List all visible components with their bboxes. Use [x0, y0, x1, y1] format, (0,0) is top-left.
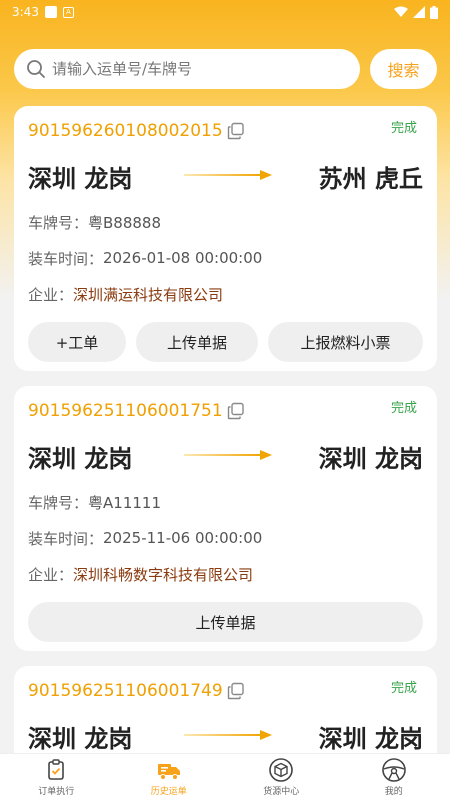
tab-label: 订单执行 [38, 787, 75, 797]
a-notification-icon: A [62, 6, 74, 18]
plate-value: 粤A11111 [88, 493, 161, 512]
report-fuel-receipt-button[interactable]: 上报燃料小票 [268, 322, 423, 362]
origin-city: 深圳 龙岗 [28, 444, 133, 473]
tab-label: 我的 [384, 787, 403, 797]
clipboard-icon [48, 759, 65, 780]
plate-row: 车牌号： 粤B88888 [28, 204, 423, 240]
order-card[interactable]: 901596260108002015 完成 深圳 龙岗 苏州 虎丘 车牌号： 粤… [14, 106, 437, 371]
route: 深圳 龙岗 苏州 虎丘 [28, 154, 423, 198]
search-row: 搜索 [14, 49, 438, 89]
tab-mine[interactable]: 我的 [338, 754, 450, 800]
route: 深圳 龙岗 深圳 龙岗 [28, 434, 423, 478]
copy-icon[interactable] [227, 402, 245, 420]
wifi-icon [394, 6, 408, 17]
tab-label: 货源中心 [263, 787, 300, 797]
order-card[interactable]: 901596251106001751 完成 深圳 龙岗 深圳 龙岗 车牌号： 粤… [14, 386, 437, 651]
status-badge: 完成 [390, 121, 417, 136]
copy-icon[interactable] [227, 682, 245, 700]
box-icon [269, 758, 294, 782]
plate-label: 车牌号： [28, 213, 89, 232]
destination-city: 深圳 龙岗 [318, 724, 423, 753]
status-badge: 完成 [390, 401, 417, 416]
truck-icon [157, 764, 180, 780]
plate-value: 粤B88888 [88, 213, 162, 232]
search-box[interactable] [14, 49, 360, 89]
search-icon [27, 60, 45, 78]
add-work-order-button[interactable]: +工单 [28, 322, 126, 362]
destination-city: 深圳 龙岗 [318, 444, 423, 473]
tab-order-execution[interactable]: 订单执行 [0, 754, 113, 800]
company-row: 企业： 深圳满运科技有限公司 [28, 276, 423, 312]
tab-label: 历史运单 [150, 787, 187, 797]
order-number-text: 901596260108002015 [28, 121, 223, 141]
steering-wheel-icon [381, 758, 406, 782]
signal-icon [413, 6, 425, 18]
route: 深圳 龙岗 深圳 龙岗 [28, 714, 423, 758]
order-number: 901596251106001751 [28, 401, 245, 421]
load-time-value: 2025-11-06 00:00:00 [103, 529, 263, 547]
tab-history-waybill[interactable]: 历史运单 [113, 754, 226, 800]
destination-city: 苏州 虎丘 [318, 164, 423, 193]
route-arrow-icon [184, 730, 272, 740]
plate-label: 车牌号： [28, 493, 89, 512]
action-buttons: +工单 上传单据 上报燃料小票 [28, 322, 423, 362]
plate-row: 车牌号： 粤A11111 [28, 484, 423, 520]
route-arrow-icon [184, 450, 272, 460]
bottom-tab-bar: 订单执行 历史运单 货源中心 我的 [0, 753, 450, 800]
order-number: 901596251106001749 [28, 681, 245, 701]
company-label: 企业： [28, 565, 74, 584]
upload-document-button[interactable]: 上传单据 [136, 322, 258, 362]
load-time-row: 装车时间： 2026-01-08 00:00:00 [28, 240, 423, 276]
notification-icon [44, 6, 57, 18]
order-number: 901596260108002015 [28, 121, 245, 141]
company-label: 企业： [28, 285, 74, 304]
origin-city: 深圳 龙岗 [28, 724, 133, 753]
company-value: 深圳满运科技有限公司 [73, 285, 224, 304]
upload-document-button[interactable]: 上传单据 [28, 602, 423, 642]
company-row: 企业： 深圳科畅数字科技有限公司 [28, 556, 423, 592]
load-time-label: 装车时间： [28, 529, 104, 548]
load-time-label: 装车时间： [28, 249, 104, 268]
search-input[interactable] [52, 60, 332, 78]
tab-cargo-center[interactable]: 货源中心 [225, 754, 338, 800]
company-value: 深圳科畅数字科技有限公司 [73, 565, 254, 584]
search-button[interactable]: 搜索 [370, 49, 437, 89]
copy-icon[interactable] [227, 122, 245, 140]
status-badge: 完成 [390, 681, 417, 696]
status-time: 3:43 [12, 5, 39, 19]
action-buttons: 上传单据 [28, 602, 423, 642]
battery-icon [430, 5, 438, 19]
route-arrow-icon [184, 170, 272, 180]
order-number-text: 901596251106001751 [28, 401, 223, 421]
load-time-value: 2026-01-08 00:00:00 [103, 249, 263, 267]
load-time-row: 装车时间： 2025-11-06 00:00:00 [28, 520, 423, 556]
order-number-text: 901596251106001749 [28, 681, 223, 701]
origin-city: 深圳 龙岗 [28, 164, 133, 193]
status-bar: 3:43 A [0, 0, 450, 24]
